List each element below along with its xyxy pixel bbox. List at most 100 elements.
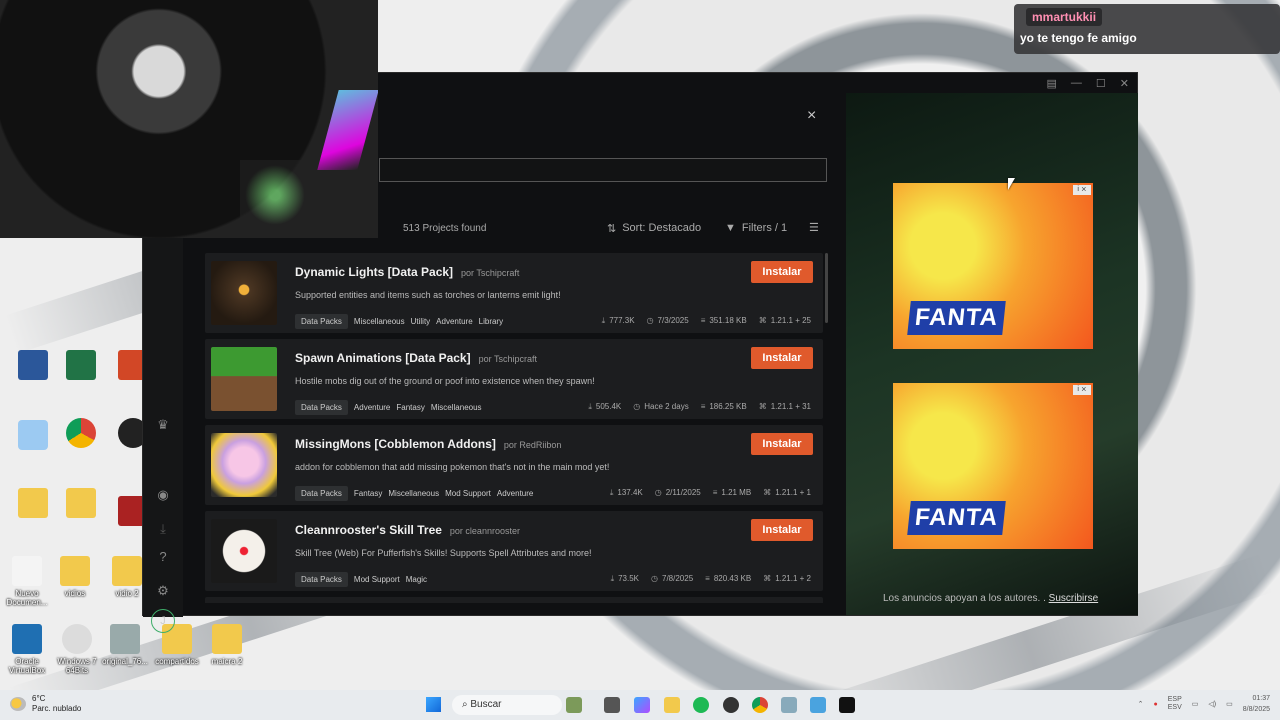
file-explorer-icon[interactable] xyxy=(664,697,680,713)
tag[interactable]: Fantasy xyxy=(396,400,424,415)
project-title[interactable]: MissingMons [Cobblemon Addons] xyxy=(295,437,496,451)
subscribe-link[interactable]: Suscribirse xyxy=(1049,593,1098,604)
ad-footer: Los anuncios apoyan a los autores. . Sus… xyxy=(883,593,1098,604)
taskbar-taskview-icon[interactable] xyxy=(604,697,620,713)
updated-date: 2/11/2025 xyxy=(665,488,701,497)
ad-choices-icon[interactable]: i ⨯ xyxy=(1073,385,1091,395)
project-author[interactable]: por Tschipcraft xyxy=(461,268,519,278)
project-card[interactable]: MissingMons [Cobblemon Addons] por RedRii… xyxy=(205,425,823,505)
project-author[interactable]: por RedRiibon xyxy=(504,440,562,450)
layout-icon[interactable]: ▤ xyxy=(1047,77,1057,90)
folder-desktop-icon[interactable] xyxy=(52,488,110,521)
clock[interactable]: 01:37 8/8/2025 xyxy=(1243,693,1270,715)
project-author[interactable]: por Tschipcraft xyxy=(479,354,537,364)
taskbar-search[interactable]: ⌕ Buscar xyxy=(452,695,562,715)
downloads-count: 777.3K xyxy=(609,316,635,325)
download-icon[interactable]: ⤓ xyxy=(155,521,171,537)
filters-button[interactable]: ▼ Filters / 1 xyxy=(725,222,787,234)
install-button[interactable]: Instalar xyxy=(751,261,813,283)
ad-banner[interactable]: i ⨯ FANTA xyxy=(893,383,1093,549)
search-input[interactable] xyxy=(379,158,827,182)
clock-time: 01:37 xyxy=(1252,695,1270,702)
windows-start-icon[interactable] xyxy=(426,697,441,712)
desktop-icon-original[interactable]: original_76... xyxy=(96,624,154,666)
project-description: Hostile mobs dig out of the ground or po… xyxy=(295,376,595,386)
help-icon[interactable]: ? xyxy=(155,549,171,565)
list-view-icon[interactable]: ☰ xyxy=(809,221,819,234)
monitor-icon[interactable]: ▭ xyxy=(1192,700,1199,708)
tag[interactable]: Miscellaneous xyxy=(388,486,439,501)
webcam-overlay xyxy=(0,0,378,238)
ad-banner[interactable]: i ⨯ FANTA xyxy=(893,183,1093,349)
tray-chevron-icon[interactable]: ⌃ xyxy=(1138,700,1144,708)
project-card[interactable]: Dynamic Lights [Data Pack] por Tschipcraf… xyxy=(205,253,823,333)
settings-gear-icon[interactable]: ⚙ xyxy=(155,583,171,599)
ad-choices-icon[interactable]: i ⨯ xyxy=(1073,185,1091,195)
install-button[interactable]: Instalar xyxy=(751,347,813,369)
avatar[interactable]: J xyxy=(151,609,175,633)
install-button[interactable]: Instalar xyxy=(751,519,813,541)
filter-funnel-icon: ▼ xyxy=(725,222,736,234)
taskbar-app-icon[interactable] xyxy=(566,697,582,713)
curseforge-icon[interactable] xyxy=(839,697,855,713)
tag[interactable]: Adventure xyxy=(436,314,472,329)
tag[interactable]: Magic xyxy=(406,572,427,587)
obs-taskbar-icon[interactable] xyxy=(723,697,739,713)
tag[interactable]: Mod Support xyxy=(445,486,491,501)
project-card-partial[interactable] xyxy=(205,597,823,603)
tag[interactable]: Data Packs xyxy=(295,314,348,329)
spotify-icon[interactable] xyxy=(693,697,709,713)
discord-icon[interactable]: ◉ xyxy=(155,487,171,503)
game-versions: 1.21.1 + 2 xyxy=(775,574,811,583)
modal-close-button[interactable]: × xyxy=(807,107,816,125)
crown-icon[interactable]: ♛ xyxy=(155,417,171,433)
minimize-button[interactable]: — xyxy=(1071,77,1082,89)
tray-record-icon[interactable]: ● xyxy=(1154,701,1158,708)
tag[interactable]: Adventure xyxy=(497,486,533,501)
file-size: 1.21 MB xyxy=(721,488,752,497)
project-thumbnail xyxy=(211,519,277,583)
window-close-button[interactable]: ✕ xyxy=(1120,77,1129,90)
tag[interactable]: Utility xyxy=(411,314,431,329)
language-top[interactable]: ESP xyxy=(1168,696,1182,703)
tag[interactable]: Fantasy xyxy=(354,486,382,501)
chrome-icon[interactable] xyxy=(752,697,768,713)
tag[interactable]: Library xyxy=(479,314,503,329)
download-icon: ⤓ xyxy=(601,316,606,325)
tag[interactable]: Data Packs xyxy=(295,572,348,587)
volume-icon[interactable]: ◁) xyxy=(1208,700,1216,708)
project-title[interactable]: Spawn Animations [Data Pack] xyxy=(295,351,471,365)
battery-icon[interactable]: ▭ xyxy=(1226,700,1233,708)
weather-widget[interactable]: 6°C Parc. nublado xyxy=(10,694,81,714)
project-card[interactable]: Spawn Animations [Data Pack] por Tschipcr… xyxy=(205,339,823,419)
tag[interactable]: Miscellaneous xyxy=(431,400,482,415)
tag[interactable]: Miscellaneous xyxy=(354,314,405,329)
copilot-icon[interactable] xyxy=(634,697,650,713)
tag[interactable]: Adventure xyxy=(354,400,390,415)
project-thumbnail xyxy=(211,347,277,411)
excel-desktop-icon[interactable] xyxy=(52,350,110,383)
desktop-icon-maicra[interactable]: maicra 2 xyxy=(198,624,256,666)
project-stats: ⤓ 73.5K ◷ 7/8/2025 ≡ 820.43 KB ⌘ 1.21.1 + 2 xyxy=(611,574,811,584)
sort-dropdown[interactable]: ⇅ Sort: Destacado xyxy=(607,222,701,235)
chrome-desktop-icon[interactable] xyxy=(52,418,110,451)
ad-brand-logo: FANTA xyxy=(907,301,1007,335)
list-scrollbar[interactable] xyxy=(825,253,828,323)
game-versions: 1.21.1 + 25 xyxy=(770,316,811,325)
taskbar-app-icon[interactable] xyxy=(781,697,797,713)
maximize-button[interactable]: ☐ xyxy=(1096,77,1106,90)
project-author[interactable]: por cleannrooster xyxy=(450,526,520,536)
store-icon[interactable] xyxy=(810,697,826,713)
project-title[interactable]: Cleannrooster's Skill Tree xyxy=(295,523,442,537)
webcam-keyboard xyxy=(240,160,310,230)
desktop-icon-vidios[interactable]: vidios xyxy=(46,556,104,598)
tag[interactable]: Data Packs xyxy=(295,486,348,501)
tag[interactable]: Data Packs xyxy=(295,400,348,415)
language-bottom[interactable]: ESV xyxy=(1168,704,1182,711)
tag[interactable]: Mod Support xyxy=(354,572,400,587)
project-card[interactable]: Cleannrooster's Skill Tree por cleannroos… xyxy=(205,511,823,591)
game-versions: 1.21.1 + 31 xyxy=(770,402,811,411)
install-button[interactable]: Instalar xyxy=(751,433,813,455)
project-title[interactable]: Dynamic Lights [Data Pack] xyxy=(295,265,453,279)
system-tray: ⌃ ● ESP ESV ▭ ◁) ▭ 01:37 8/8/2025 xyxy=(1138,693,1270,715)
